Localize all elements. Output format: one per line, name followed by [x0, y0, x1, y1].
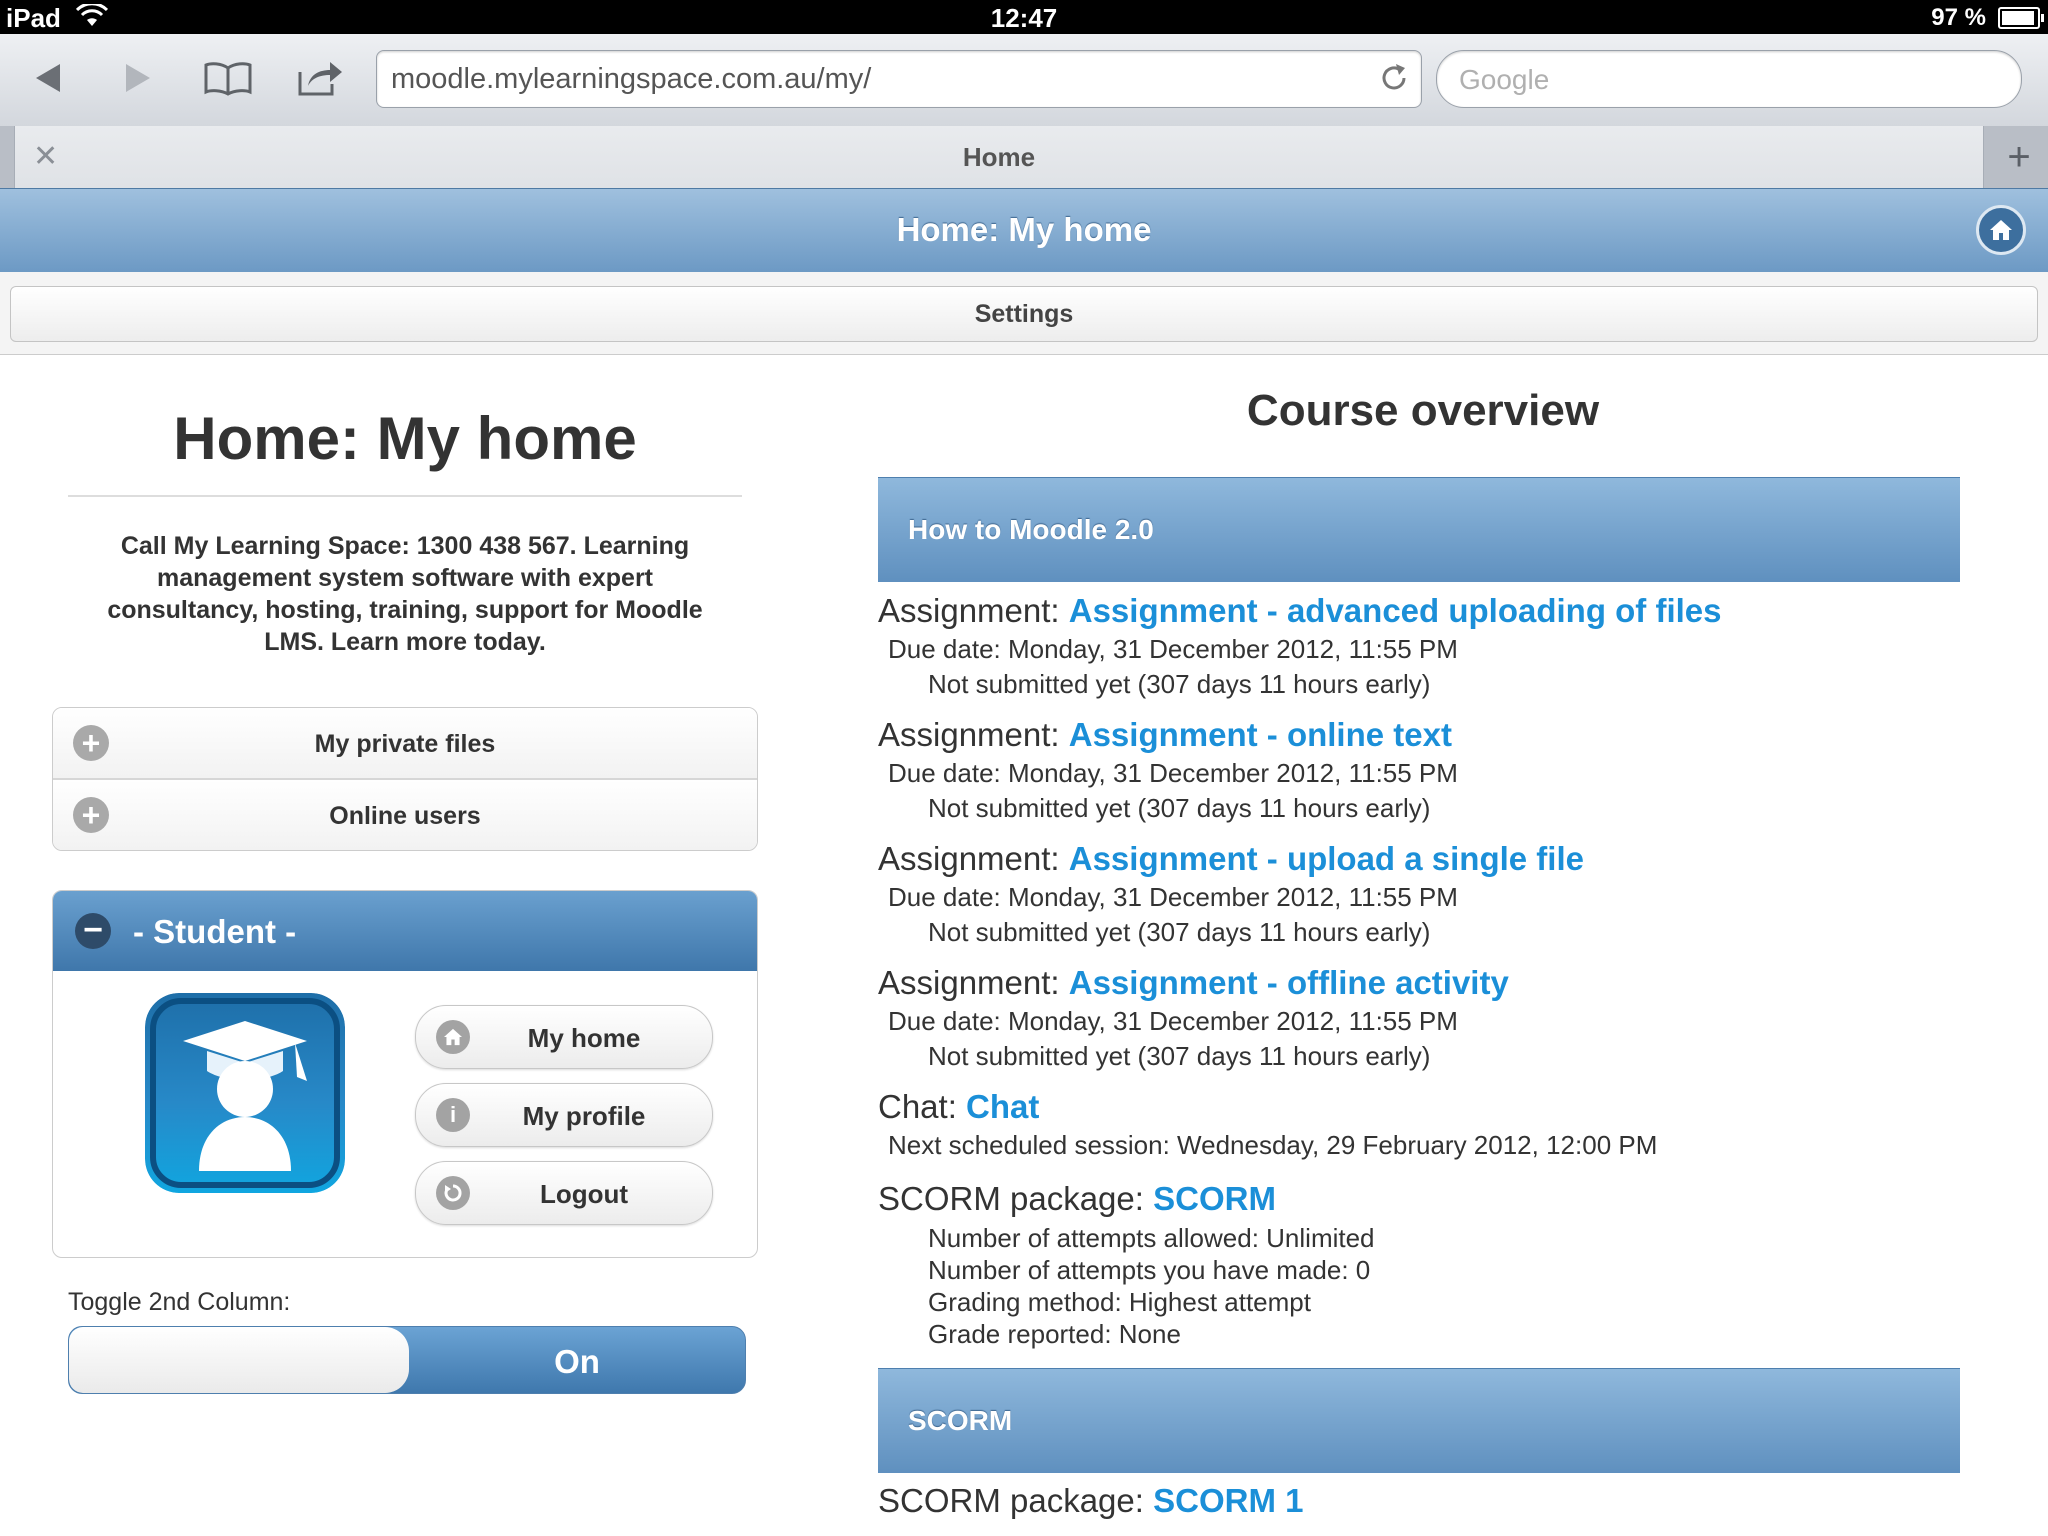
url-text: moodle.mylearningspace.com.au/my/ [391, 63, 872, 95]
assignment-link[interactable]: Assignment - advanced uploading of files [1069, 592, 1722, 629]
scorm-link[interactable]: SCORM 1 [1153, 1482, 1303, 1519]
clock: 12:47 [990, 3, 1058, 33]
block-label: My private files [314, 730, 496, 758]
battery-icon [1998, 7, 2044, 29]
plus-icon: + [2007, 134, 2031, 179]
button-label: Logout [539, 1179, 629, 1209]
tab-bar: ✕ Home + [0, 126, 2048, 188]
submission-status: Not submitted yet (307 days 11 hours ear… [928, 1041, 1431, 1071]
new-tab-button[interactable]: + [1990, 126, 2048, 188]
submission-status: Not submitted yet (307 days 11 hours ear… [928, 669, 1431, 699]
course-name: SCORM [908, 1405, 1013, 1436]
chat-session-detail: Next scheduled session: Wednesday, 29 Fe… [888, 1130, 1658, 1160]
assignment-item: Assignment: Assignment - online text Due… [878, 716, 1978, 824]
settings-bar: Settings [0, 272, 2048, 355]
block-label: Online users [329, 802, 481, 830]
search-field[interactable]: Google [1436, 50, 2022, 108]
scorm-item: SCORM package: SCORM Number of attempts … [878, 1180, 1978, 1350]
collapse-minus-icon: − [75, 913, 111, 949]
search-placeholder: Google [1459, 64, 1550, 95]
course-name: How to Moodle 2.0 [908, 514, 1154, 545]
logout-button[interactable]: Logout [415, 1161, 713, 1225]
button-label: My home [527, 1023, 641, 1053]
forward-arrow-icon [126, 64, 150, 92]
reload-icon[interactable] [1375, 59, 1413, 102]
my-profile-button[interactable]: i My profile [415, 1083, 713, 1147]
submission-status: Not submitted yet (307 days 11 hours ear… [928, 917, 1431, 947]
activity-type: Assignment: [878, 840, 1069, 877]
scorm-attempts-allowed: Number of attempts allowed: Unlimited [928, 1223, 1375, 1253]
activity-type: Assignment: [878, 964, 1069, 1001]
chat-link[interactable]: Chat [966, 1088, 1039, 1125]
assignment-link[interactable]: Assignment - offline activity [1069, 964, 1509, 1001]
activity-type: SCORM package: [878, 1180, 1154, 1217]
scorm-grade-reported: Grade reported: None [928, 1319, 1181, 1349]
activity-type: Chat: [878, 1088, 967, 1125]
activity-type: SCORM package: [878, 1482, 1154, 1519]
forward-button[interactable] [108, 50, 168, 106]
scorm-link[interactable]: SCORM [1153, 1180, 1276, 1217]
assignment-link[interactable]: Assignment - online text [1069, 716, 1452, 753]
bookmarks-icon [204, 62, 252, 96]
back-button[interactable] [18, 50, 78, 106]
home-icon [1990, 220, 2012, 240]
assignment-item: Assignment: Assignment - upload a single… [878, 840, 1978, 948]
block-my-private-files[interactable]: + My private files [53, 708, 757, 780]
address-bar[interactable]: moodle.mylearningspace.com.au/my/ [376, 50, 1422, 108]
home-button[interactable] [1976, 205, 2026, 255]
toggle-state: On [554, 1343, 600, 1380]
bookmarks-button[interactable] [198, 50, 258, 106]
site-header: Home: My home [0, 188, 2048, 274]
due-date: Due date: Monday, 31 December 2012, 11:5… [888, 1006, 1458, 1036]
toggle-knob[interactable] [69, 1327, 409, 1393]
submission-status: Not submitted yet (307 days 11 hours ear… [928, 793, 1431, 823]
chat-item: Chat: Chat Next scheduled session: Wedne… [878, 1088, 1978, 1161]
scorm-attempts-made: Number of attempts you have made: 0 [928, 1255, 1371, 1285]
browser-toolbar: moodle.mylearningspace.com.au/my/ Google [0, 34, 2048, 127]
assignment-link[interactable]: Assignment - upload a single file [1069, 840, 1584, 877]
title-divider [68, 495, 742, 497]
scorm-grading-method: Grading method: Highest attempt [928, 1287, 1311, 1317]
my-home-button[interactable]: My home [415, 1005, 713, 1069]
assignment-item: Assignment: Assignment - offline activit… [878, 964, 1978, 1072]
due-date: Due date: Monday, 31 December 2012, 11:5… [888, 634, 1458, 664]
back-arrow-icon [36, 64, 60, 92]
activity-type: Assignment: [878, 592, 1069, 629]
page-title: Home: My home [173, 405, 637, 472]
tab-home[interactable]: ✕ Home [14, 126, 1984, 188]
header-title: Home: My home [896, 211, 1152, 248]
due-date: Due date: Monday, 31 December 2012, 11:5… [888, 758, 1458, 788]
student-block-header[interactable]: − - Student - [53, 891, 757, 971]
tab-title: Home [962, 142, 1036, 172]
site-description: Call My Learning Space: 1300 438 567. Le… [107, 532, 703, 656]
course-header-scorm[interactable]: SCORM [878, 1368, 1960, 1473]
due-date: Due date: Monday, 31 December 2012, 11:5… [888, 882, 1458, 912]
status-bar: iPad 12:47 97 % [0, 0, 2048, 34]
toggle-2nd-column-switch[interactable]: On [68, 1326, 746, 1394]
block-online-users[interactable]: + Online users [53, 780, 757, 850]
course-header-how-to-moodle[interactable]: How to Moodle 2.0 [878, 477, 1960, 582]
student-avatar-icon [145, 993, 345, 1193]
toggle-label: Toggle 2nd Column: [68, 1288, 291, 1316]
share-icon [298, 62, 342, 96]
collapsed-blocks: + My private files + Online users [52, 707, 758, 851]
scorm-item: SCORM package: SCORM 1 [878, 1482, 1978, 1520]
student-block: − - Student - My home i My profile Logou… [52, 890, 758, 1258]
student-block-title: - Student - [133, 913, 297, 950]
activity-type: Assignment: [878, 716, 1069, 753]
course-overview-title: Course overview [1246, 386, 1600, 435]
assignment-item: Assignment: Assignment - advanced upload… [878, 592, 1978, 700]
battery-percent: 97 % [1931, 4, 1986, 31]
button-label: My profile [522, 1101, 646, 1131]
share-button[interactable] [290, 50, 350, 106]
settings-button[interactable]: Settings [10, 286, 2038, 342]
